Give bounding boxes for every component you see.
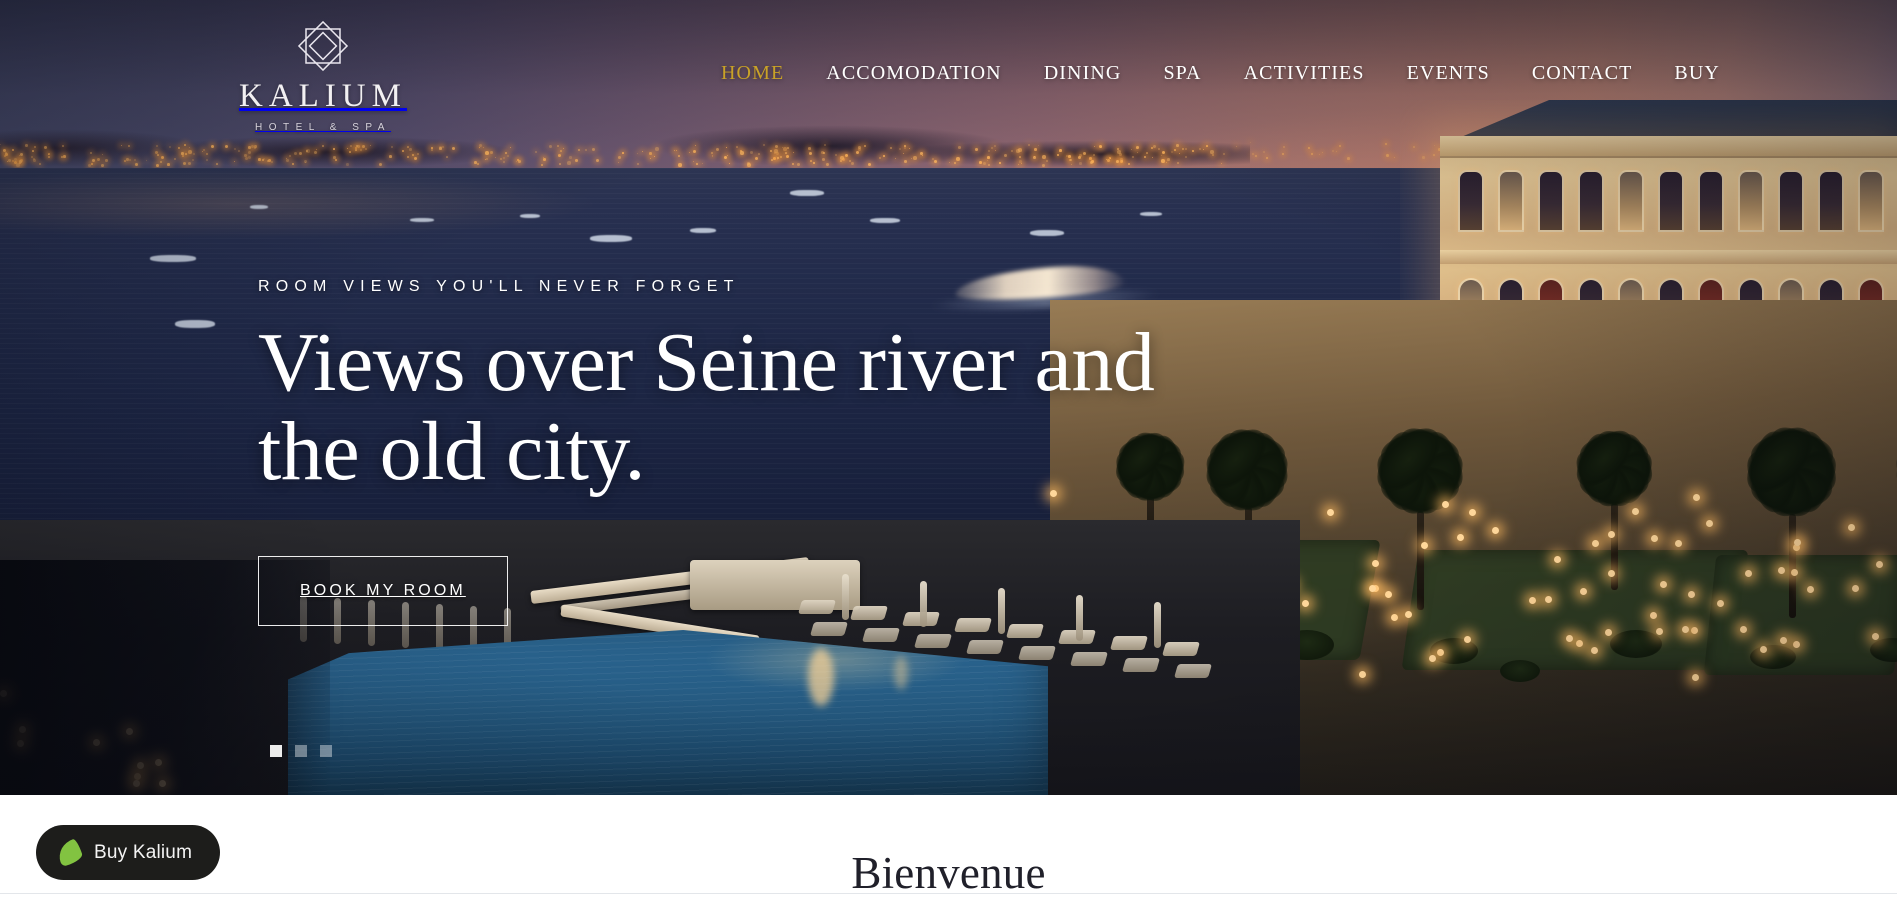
slider-dot-2[interactable] bbox=[295, 745, 307, 757]
nav-item-activities[interactable]: ACTIVITIES bbox=[1223, 62, 1386, 85]
hero-headline-line-1: Views over Seine river and bbox=[258, 316, 1155, 409]
palace-string-course bbox=[1440, 250, 1897, 264]
hero-slider: KALIUM HOTEL & SPA HOME ACCOMODATION DIN… bbox=[0, 0, 1897, 795]
octagram-star-logo-icon bbox=[238, 18, 408, 74]
hero-eyebrow: ROOM VIEWS YOU'LL NEVER FORGET bbox=[258, 278, 740, 295]
brand-tagline: HOTEL & SPA bbox=[255, 122, 391, 133]
nav-item-accomodation[interactable]: ACCOMODATION bbox=[805, 62, 1022, 85]
nav-item-events[interactable]: EVENTS bbox=[1386, 62, 1511, 85]
pool-reflection bbox=[808, 648, 834, 706]
section-divider bbox=[0, 893, 1897, 894]
book-my-room-button[interactable]: BOOK MY ROOM bbox=[258, 556, 508, 627]
hero-headline: Views over Seine river and the old city. bbox=[258, 318, 1318, 496]
nav-item-buy[interactable]: BUY bbox=[1653, 62, 1741, 85]
nav-item-spa[interactable]: SPA bbox=[1142, 62, 1222, 85]
nav-item-dining[interactable]: DINING bbox=[1023, 62, 1143, 85]
slider-dot-1[interactable] bbox=[270, 745, 282, 757]
slider-pagination bbox=[270, 745, 332, 757]
hero-headline-line-2: the old city. bbox=[258, 405, 645, 499]
brand-name: KALIUM bbox=[239, 78, 407, 114]
site-header: KALIUM HOTEL & SPA HOME ACCOMODATION DIN… bbox=[0, 0, 1897, 150]
main-navigation: HOME ACCOMODATION DINING SPA ACTIVITIES … bbox=[700, 62, 1741, 85]
brand-logo[interactable]: KALIUM HOTEL & SPA bbox=[238, 18, 408, 133]
slider-dot-3[interactable] bbox=[320, 745, 332, 757]
nav-item-home[interactable]: HOME bbox=[700, 62, 805, 85]
nav-item-contact[interactable]: CONTACT bbox=[1511, 62, 1654, 85]
hero-content: ROOM VIEWS YOU'LL NEVER FORGET Views ove… bbox=[258, 278, 1318, 627]
welcome-title: Bienvenue bbox=[851, 848, 1046, 897]
pool-reflection bbox=[894, 656, 908, 690]
